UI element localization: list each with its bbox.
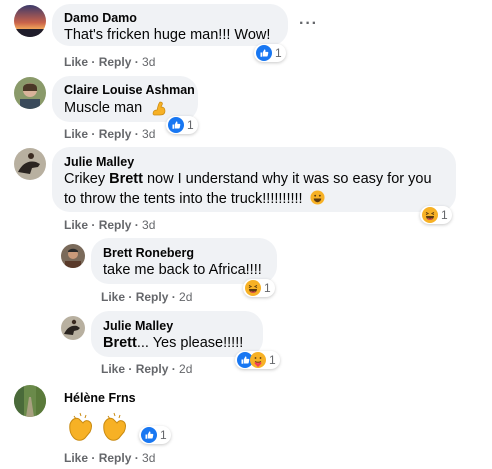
comment-text: That's fricken huge man!!! Wow! (64, 27, 271, 43)
avatar[interactable] (61, 244, 85, 268)
timestamp[interactable]: 3d (142, 218, 155, 232)
timestamp[interactable]: 2d (179, 362, 192, 376)
like-icon (168, 117, 184, 133)
care-icon (250, 352, 266, 368)
comment-text-line2: to throw the tents into the truck!!!!!!!… (64, 189, 325, 209)
reaction-count-value: 1 (275, 46, 282, 60)
reaction-count-value: 1 (160, 428, 167, 442)
comment-bubble: Damo Damo That's fricken huge man!!! Wow… (52, 4, 288, 46)
timestamp[interactable]: 3d (142, 127, 155, 141)
commenter-name[interactable]: Hélène Frns (64, 391, 136, 405)
timestamp[interactable]: 3d (142, 451, 155, 465)
like-button[interactable]: Like (101, 362, 125, 376)
comment-actions: Like · Reply · 2d (101, 290, 193, 304)
mention-link[interactable]: Brett (103, 335, 137, 351)
reply-button[interactable]: Reply (99, 55, 132, 69)
haha-icon (422, 207, 438, 223)
like-button[interactable]: Like (101, 290, 125, 304)
reply-button[interactable]: Reply (99, 127, 132, 141)
reaction-count[interactable]: 1 (166, 116, 198, 134)
comment-actions: Like · Reply · 3d (64, 55, 156, 69)
like-icon (256, 45, 272, 61)
reply-button[interactable]: Reply (136, 362, 169, 376)
like-button[interactable]: Like (64, 218, 88, 232)
comment-text: Muscle man (64, 100, 143, 116)
comment-actions: Like · Reply · 3d (64, 127, 156, 141)
avatar[interactable] (14, 77, 46, 109)
reply-button[interactable]: Reply (99, 451, 132, 465)
avatar[interactable] (14, 148, 46, 180)
more-options-icon[interactable]: ··· (299, 15, 318, 33)
comment-text-part: ... Yes please!!!!! (136, 335, 244, 351)
comment-text: Crikey Brett now I understand why it was… (64, 169, 432, 189)
comment-text: take me back to Africa!!!! (103, 262, 262, 278)
reaction-count[interactable]: 1 (254, 44, 286, 62)
like-button[interactable]: Like (64, 127, 88, 141)
comment-actions: Like · Reply · 3d (64, 218, 156, 232)
avatar[interactable] (14, 385, 46, 417)
commenter-name[interactable]: Damo Damo (64, 11, 137, 25)
timestamp[interactable]: 2d (179, 290, 192, 304)
avatar[interactable] (61, 316, 85, 340)
like-button[interactable]: Like (64, 55, 88, 69)
reply-button[interactable]: Reply (136, 290, 169, 304)
reaction-count-value: 1 (269, 353, 276, 367)
reaction-count[interactable]: 1 (243, 279, 275, 297)
timestamp[interactable]: 3d (142, 55, 155, 69)
comment-text-part: to throw the tents into the truck!!!!!!!… (64, 191, 303, 207)
clapping-hands-icon (66, 410, 134, 449)
reaction-count-value: 1 (187, 118, 194, 132)
reaction-count-value: 1 (441, 208, 448, 222)
comment-text-part: Crikey (64, 171, 110, 187)
haha-icon (245, 280, 261, 296)
avatar[interactable] (14, 5, 46, 37)
reaction-count[interactable]: 1 (235, 351, 280, 369)
comment-bubble: Julie Malley Crikey Brett now I understa… (52, 147, 456, 212)
grinning-face-icon (310, 190, 325, 205)
like-button[interactable]: Like (64, 451, 88, 465)
like-icon (141, 427, 157, 443)
commenter-name[interactable]: Julie Malley (64, 155, 134, 169)
comment-actions: Like · Reply · 3d (64, 451, 156, 465)
reply-button[interactable]: Reply (99, 218, 132, 232)
reaction-count-value: 1 (264, 281, 271, 295)
reaction-count[interactable]: 1 (139, 426, 171, 444)
comment-text-part: now I understand why it was so easy for … (142, 171, 432, 187)
commenter-name[interactable]: Brett Roneberg (103, 246, 194, 260)
mention-link[interactable]: Brett (109, 171, 143, 187)
commenter-name[interactable]: Claire Louise Ashman (64, 83, 195, 97)
comment-actions: Like · Reply · 2d (101, 362, 193, 376)
flexed-biceps-icon (151, 100, 167, 116)
comment-bubble: Brett Roneberg take me back to Africa!!!… (91, 238, 277, 284)
commenter-name[interactable]: Julie Malley (103, 319, 173, 333)
comment-text: Brett... Yes please!!!!! (103, 333, 243, 353)
comment-bubble: Julie Malley Brett... Yes please!!!!! (91, 311, 263, 357)
reaction-count[interactable]: 1 (420, 206, 452, 224)
